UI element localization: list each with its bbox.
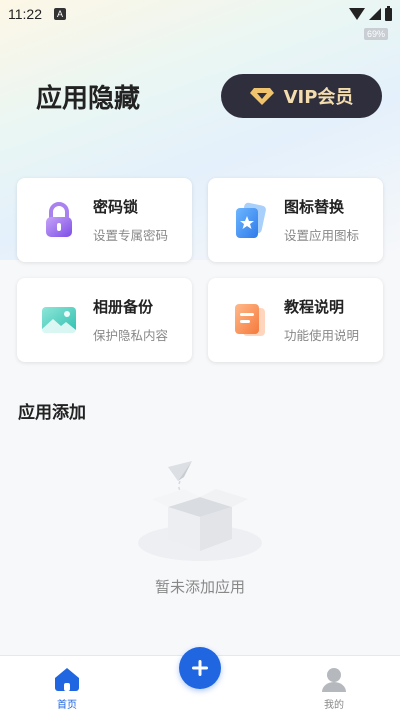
status-time: 11:22 <box>8 6 42 22</box>
a-icon: A <box>54 8 66 20</box>
card-photo-backup[interactable]: 相册备份 保护隐私内容 <box>17 278 192 362</box>
user-icon <box>322 668 346 692</box>
tab-mine-label: 我的 <box>324 700 344 711</box>
card-icon-replace[interactable]: 图标替换 设置应用图标 <box>208 178 383 262</box>
document-icon <box>235 304 265 336</box>
battery-icon <box>385 5 392 21</box>
card-subtitle: 设置专属密码 <box>93 228 169 243</box>
empty-box-icon <box>138 461 262 561</box>
card-password-lock[interactable]: 密码锁 设置专属密码 <box>17 178 192 262</box>
star-card-icon <box>236 202 266 238</box>
plus-icon <box>192 660 208 676</box>
card-title: 图标替换 <box>284 198 345 216</box>
card-title: 密码锁 <box>93 198 139 216</box>
battery-tag: 69% <box>363 28 388 40</box>
tab-home-label: 首页 <box>57 700 77 711</box>
signal-icon <box>369 8 381 20</box>
diamond-icon <box>249 88 274 105</box>
status-icons <box>349 5 392 21</box>
card-subtitle: 设置应用图标 <box>284 228 360 243</box>
status-bar: 11:22 A <box>0 0 400 28</box>
page-title: 应用隐藏 <box>36 84 141 114</box>
tab-mine[interactable]: 我的 <box>304 666 364 711</box>
wifi-icon <box>349 8 365 20</box>
tab-home[interactable]: 首页 <box>37 666 97 711</box>
card-subtitle: 功能使用说明 <box>284 328 360 343</box>
vip-button[interactable]: VIP会员 <box>221 74 382 118</box>
section-title: 应用添加 <box>18 403 86 423</box>
vip-label: VIP会员 <box>283 87 354 108</box>
card-title: 教程说明 <box>284 298 345 316</box>
card-tutorial[interactable]: 教程说明 功能使用说明 <box>208 278 383 362</box>
card-title: 相册备份 <box>93 298 154 316</box>
home-icon <box>55 668 79 691</box>
empty-state-text: 暂未添加应用 <box>154 578 245 596</box>
photo-icon <box>42 307 76 334</box>
card-subtitle: 保护隐私内容 <box>93 328 169 343</box>
lock-icon <box>46 202 72 237</box>
add-app-button[interactable] <box>179 647 221 689</box>
